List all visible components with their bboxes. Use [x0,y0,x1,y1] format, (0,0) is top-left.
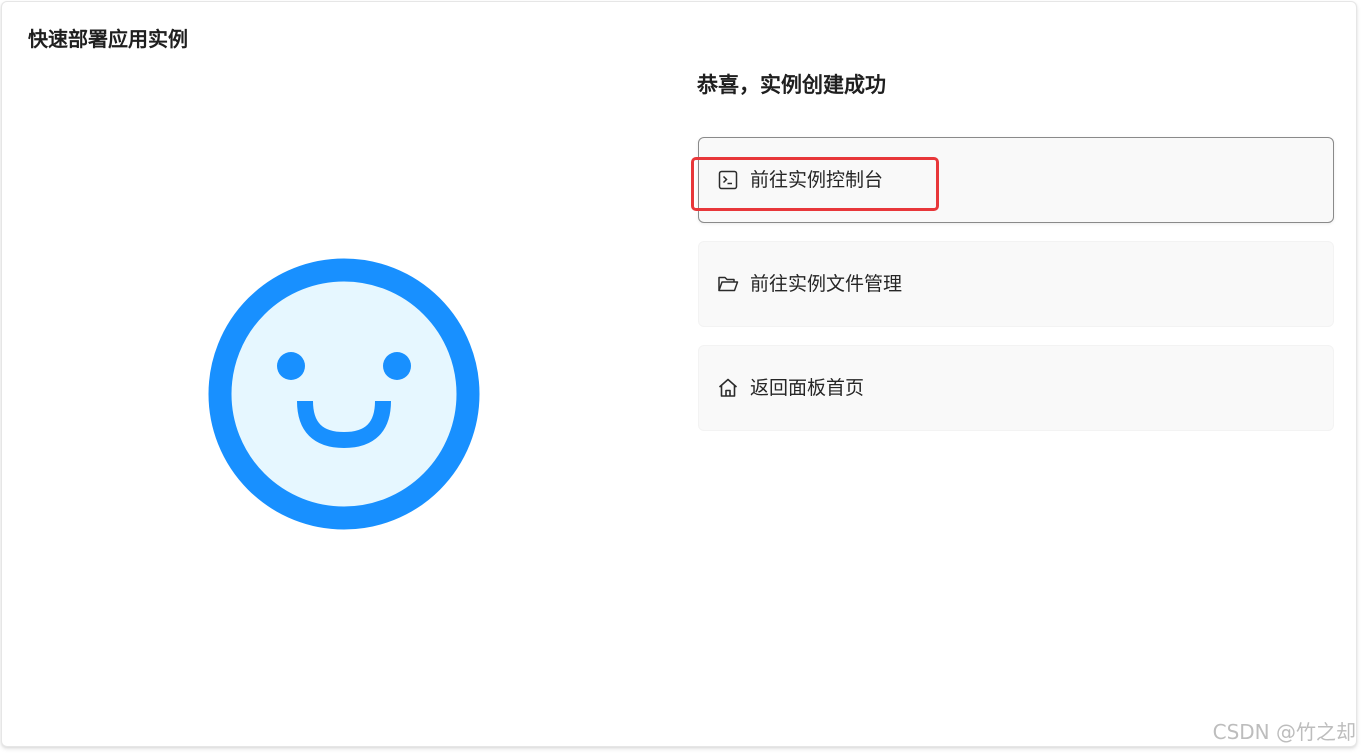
terminal-icon [717,169,739,191]
goto-instance-console-button[interactable]: 前往实例控制台 [698,137,1334,223]
back-to-dashboard-label: 返回面板首页 [750,377,865,399]
smiley-face-icon [208,258,480,530]
back-to-dashboard-button[interactable]: 返回面板首页 [698,345,1334,431]
home-icon [717,377,739,399]
goto-instance-files-button[interactable]: 前往实例文件管理 [698,241,1334,327]
folder-open-icon [717,273,739,295]
watermark: CSDN @竹之却 [1212,720,1356,744]
goto-instance-console-label: 前往实例控制台 [750,169,884,191]
page-title: 快速部署应用实例 [28,27,188,51]
success-title: 恭喜，实例创建成功 [697,73,886,97]
goto-instance-files-label: 前往实例文件管理 [750,273,903,295]
